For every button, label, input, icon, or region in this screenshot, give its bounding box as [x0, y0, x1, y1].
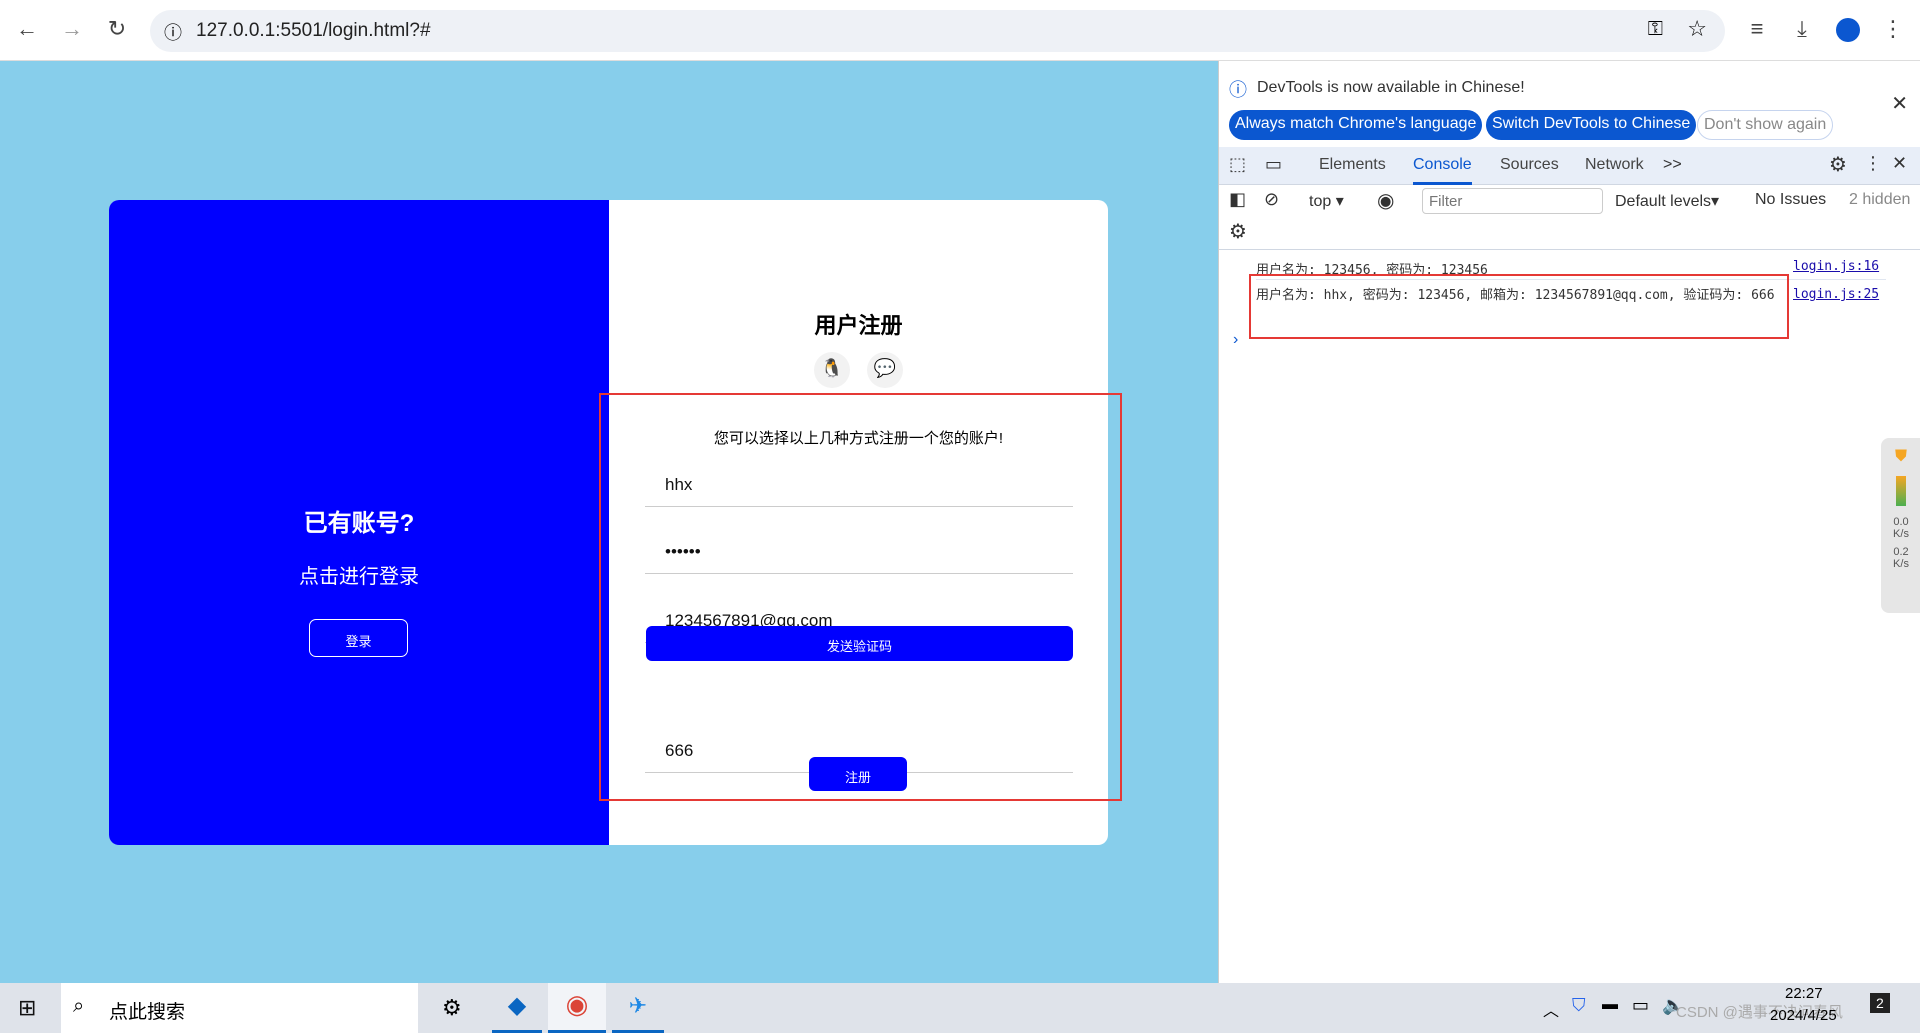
feishu-icon[interactable]: ✈: [612, 983, 664, 1033]
windows-start-icon[interactable]: ⊞: [18, 995, 36, 1021]
app-icon[interactable]: ⚙: [442, 995, 462, 1021]
chrome-icon[interactable]: ◉: [548, 983, 606, 1033]
close-notice-icon[interactable]: ✕: [1891, 91, 1908, 116]
form-title: 用户注册: [814, 313, 903, 338]
context-select[interactable]: top ▾: [1309, 191, 1344, 211]
page-viewport: 已有账号? 点击进行登录 登录 用户注册 🐧 💬 您可以选择以上几种方式注册一个…: [0, 61, 1218, 983]
star-icon[interactable]: ☆: [1687, 16, 1707, 42]
tab-sources[interactable]: Sources: [1500, 156, 1559, 174]
log-source-link-2[interactable]: login.js:25: [1793, 287, 1879, 302]
highlight-box: [599, 393, 1122, 801]
clock-date[interactable]: 2024/4/25: [1770, 1007, 1837, 1024]
url-text[interactable]: 127.0.0.1:5501/login.html?#: [196, 20, 431, 42]
tray-expand-icon[interactable]: ︿: [1543, 997, 1559, 1021]
search-icon: ⌕: [73, 995, 85, 1017]
login-button[interactable]: 登录: [309, 619, 408, 657]
hidden-count: 2 hidden: [1849, 191, 1911, 208]
inspect-icon[interactable]: ⬚: [1229, 154, 1246, 175]
network-speed-widget: ⛊ 0.0 K/s 0.2 K/s: [1881, 438, 1920, 613]
media-icon[interactable]: ≡: [1742, 16, 1772, 42]
taskbar: ⊞ ⌕ 点此搜索 ⚙ ◆ ◉ ✈ ︿ ⛉ ▬ ▭ 🔈 CSDN @遇事不决问春风…: [0, 983, 1920, 1033]
levels-value: Default levels: [1615, 193, 1712, 210]
log-source-link-1[interactable]: login.js:16: [1793, 259, 1879, 274]
login-panel-subtitle: 点击进行登录: [299, 566, 419, 588]
gear-icon[interactable]: ⚙: [1829, 152, 1847, 177]
devtools-notice: DevTools is now available in Chinese!: [1257, 79, 1525, 96]
vscode-icon[interactable]: ◆: [492, 983, 542, 1033]
download-speed: 0.2: [1893, 546, 1909, 558]
console-prompt-icon[interactable]: ›: [1233, 331, 1238, 349]
eye-icon[interactable]: ◉: [1377, 188, 1394, 213]
meter-icon: [1896, 476, 1906, 506]
divider: [1219, 249, 1920, 250]
notification-center-icon[interactable]: 2: [1870, 993, 1890, 1013]
qq-icon[interactable]: 🐧: [814, 352, 850, 388]
device-icon[interactable]: ▭: [1265, 154, 1282, 175]
taskbar-search[interactable]: ⌕ 点此搜索: [61, 983, 418, 1033]
filter-input[interactable]: [1422, 188, 1603, 214]
context-value: top: [1309, 193, 1332, 210]
back-icon[interactable]: ←: [12, 16, 42, 42]
battery-icon[interactable]: ▬: [1602, 996, 1618, 1014]
info-icon: ⓘ: [1229, 80, 1247, 100]
more-options-icon[interactable]: ⋮: [1864, 153, 1882, 174]
highlight-box: [1249, 274, 1789, 339]
levels-select[interactable]: Default levels▾: [1615, 191, 1719, 211]
console-settings-icon[interactable]: ⚙: [1229, 219, 1247, 244]
more-tabs-icon[interactable]: >>: [1663, 156, 1682, 174]
tab-elements[interactable]: Elements: [1319, 156, 1386, 174]
address-bar[interactable]: ⓘ 127.0.0.1:5501/login.html?# ⚿ ☆: [150, 10, 1725, 52]
download-unit: K/s: [1893, 558, 1909, 570]
key-icon[interactable]: ⚿: [1648, 18, 1663, 41]
upload-unit: K/s: [1893, 528, 1909, 540]
security-tray-icon[interactable]: ⛉: [1572, 995, 1586, 1016]
login-panel-title: 已有账号?: [303, 510, 415, 537]
download-icon[interactable]: ⤓: [1787, 16, 1817, 42]
login-panel: 已有账号? 点击进行登录 登录: [109, 200, 609, 845]
forward-icon[interactable]: →: [57, 16, 87, 42]
reload-icon[interactable]: ↻: [102, 16, 132, 42]
search-placeholder: 点此搜索: [109, 1002, 186, 1023]
shield-icon: ⛊: [1894, 448, 1907, 465]
dont-show-button[interactable]: Don't show again: [1697, 110, 1834, 140]
network-icon[interactable]: ▭: [1632, 995, 1649, 1016]
devtools-panel: ⓘ DevTools is now available in Chinese! …: [1218, 61, 1920, 983]
clear-console-icon[interactable]: ⊘: [1264, 189, 1279, 210]
tab-console[interactable]: Console: [1413, 156, 1472, 185]
profile-icon[interactable]: [1836, 18, 1860, 42]
clock-time[interactable]: 22:27: [1785, 985, 1823, 1002]
switch-chinese-button[interactable]: Switch DevTools to Chinese: [1486, 110, 1697, 140]
sidebar-toggle-icon[interactable]: ◧: [1229, 189, 1246, 210]
menu-icon[interactable]: ⋮: [1878, 16, 1908, 42]
match-language-button[interactable]: Always match Chrome's language: [1229, 110, 1483, 140]
close-devtools-icon[interactable]: ✕: [1892, 153, 1907, 174]
browser-toolbar: ← → ↻ ⓘ 127.0.0.1:5501/login.html?# ⚿ ☆ …: [0, 0, 1920, 61]
wechat-icon[interactable]: 💬: [867, 352, 903, 388]
upload-speed: 0.0: [1893, 516, 1909, 528]
devtools-tabbar: ⬚ ▭ Elements Console Sources Network >> …: [1219, 147, 1920, 185]
issues-label[interactable]: No Issues: [1755, 191, 1826, 209]
info-icon[interactable]: ⓘ: [164, 19, 182, 45]
tab-network[interactable]: Network: [1585, 156, 1644, 174]
